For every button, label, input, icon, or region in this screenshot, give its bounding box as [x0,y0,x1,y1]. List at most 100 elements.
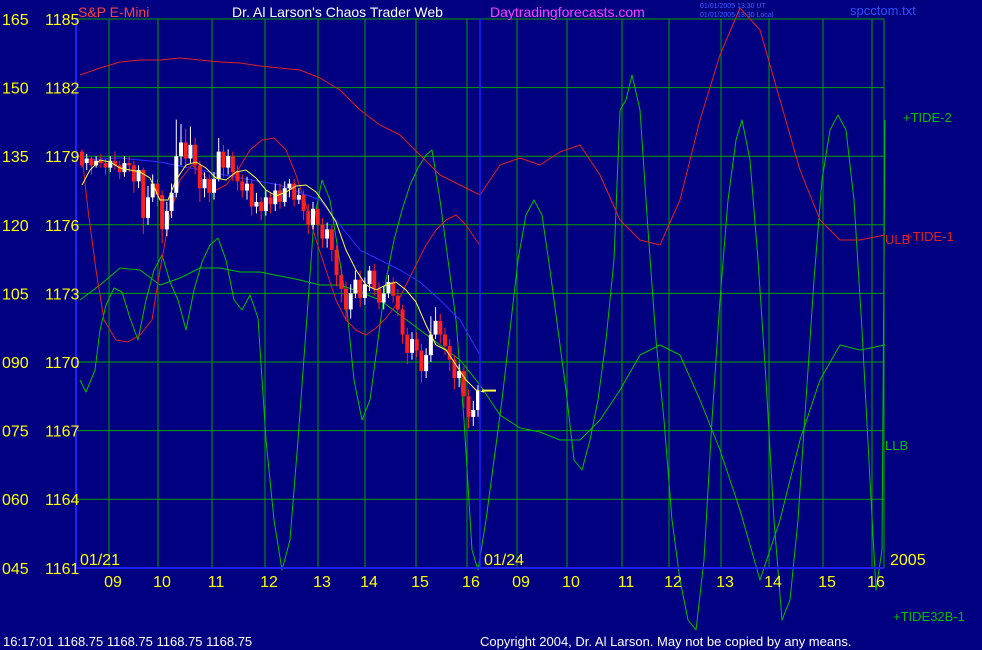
timestamp-ut: 01/01/2005 13:30 UT [700,3,766,10]
candle-body [249,183,254,207]
candle-body [188,144,193,159]
candle-body [414,339,419,351]
legend-llb: LLB [885,438,908,453]
y-tick-label-outer: 120 [2,218,29,235]
y-tick-label-price: 1176 [45,218,80,235]
timestamp-local: 01/01/2005 13:30 Local [700,12,774,19]
x-tick-label: 11 [618,574,635,591]
candle-body [287,183,292,189]
x-tick-label: 09 [512,574,530,591]
y-tick-label-outer: 165 [2,12,29,29]
candle-body [410,339,414,353]
candle-body [381,293,386,303]
candle-body [466,396,471,417]
candle-body [273,190,278,205]
candle-body [282,188,287,202]
y-tick-label-outer: 150 [2,81,29,98]
x-tick-label: 13 [313,574,331,591]
candle-body [348,293,353,310]
candle-body [339,275,344,289]
candle-body [122,163,127,173]
candle-body [89,158,94,166]
candle-body [179,142,183,157]
candle-body [216,151,221,180]
chaos-trader-chart: 165 1185 150 1182 135 1179 120 1176 105 1173 090 11… [0,0,982,650]
candle-body [334,249,339,276]
instrument-label: S&P E-Mini [78,4,149,20]
legend-tide-1: +TIDE-1 [905,229,954,244]
candle-body [259,201,264,212]
candle-body [174,156,179,193]
candle-body [164,211,169,230]
y-tick-label-outer: 045 [2,561,29,578]
candle-body [433,320,438,335]
candle-body [226,156,231,168]
y-tick-label-price: 1185 [45,12,80,29]
candle-body [438,320,443,335]
y-tick-label-outer: 090 [2,355,29,372]
candle-body [150,183,155,198]
candle-body [202,179,207,189]
x-tick-label: 13 [716,574,734,591]
y-tick-label-outer: 135 [2,149,29,166]
candle-body [344,288,348,310]
x-tick-label: 09 [104,574,122,591]
x-tick-label: 12 [664,574,682,591]
date-label-start: 01/21 [80,552,120,569]
data-file-name: spcctom.txt [850,3,916,18]
candle-body [443,334,447,346]
candle-body [395,295,400,310]
candle-body [424,355,429,372]
candle-body [230,156,235,173]
candle-body [391,281,396,296]
candle-body [353,279,358,294]
candle-body [372,270,377,289]
chart-title: Dr. Al Larson's Chaos Trader Web [232,4,443,20]
candle-body [301,195,306,212]
candle-body [315,208,320,225]
site-link[interactable]: Daytradingforecasts.com [490,4,645,20]
x-tick-label: 10 [153,574,171,591]
candle-body [306,211,311,225]
status-line: 16:17:01 1168.75 1168.75 1168.75 1168.75 [3,634,252,649]
candle-body [141,169,146,218]
x-tick-label: 16 [462,574,480,591]
candle-body [311,208,315,225]
candle-body [131,165,136,182]
x-tick-label: 16 [867,574,885,591]
candle-body [419,350,424,372]
candle-body [117,165,122,173]
candle-body [254,201,259,207]
date-label-year: 2005 [890,552,926,569]
candle-body [278,190,282,202]
candle-body [84,158,89,164]
candle-body [221,151,226,168]
y-tick-label-price: 1173 [45,286,80,303]
x-tick-label: 11 [208,574,225,591]
x-tick-label: 10 [562,574,580,591]
x-tick-label: 14 [764,574,782,591]
candle-body [268,197,273,205]
candle-body [296,195,301,200]
copyright-notice: Copyright 2004, Dr. Al Larson. May not b… [480,634,851,649]
candle-body [377,288,381,303]
candle-body [329,229,334,250]
candle-body [263,197,268,212]
candle-body [146,197,150,218]
y-tick-label-outer: 105 [2,286,29,303]
candle-body [127,163,132,166]
y-tick-label-price: 1182 [45,81,80,98]
candle-body [362,284,367,298]
x-tick-label: 15 [411,574,429,591]
y-tick-label-price: 1179 [45,149,80,166]
candle-body [80,151,84,166]
y-tick-label-outer: 075 [2,424,29,441]
candle-body [212,179,216,193]
x-tick-label: 14 [360,574,378,591]
candle-body [471,410,476,417]
candle-body [405,334,410,353]
y-tick-label-price: 1167 [45,424,80,441]
y-tick-label-price: 1164 [45,492,80,509]
candle-body [183,142,188,159]
candle-body [358,279,363,298]
